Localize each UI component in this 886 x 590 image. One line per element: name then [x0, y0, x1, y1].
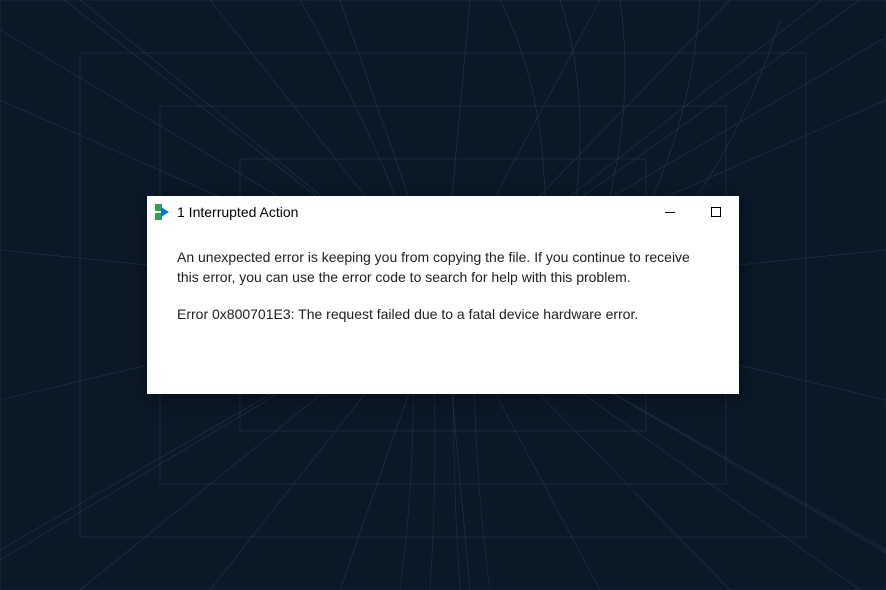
- minimize-icon: [665, 212, 675, 213]
- file-transfer-icon: [155, 204, 171, 220]
- dialog-title: 1 Interrupted Action: [177, 204, 298, 220]
- error-dialog: 1 Interrupted Action An unexpected error…: [147, 196, 739, 394]
- maximize-button[interactable]: [693, 196, 739, 228]
- window-controls: [647, 196, 739, 228]
- minimize-button[interactable]: [647, 196, 693, 228]
- titlebar[interactable]: 1 Interrupted Action: [147, 196, 739, 228]
- maximize-icon: [711, 207, 721, 217]
- error-message: An unexpected error is keeping you from …: [177, 248, 709, 287]
- error-code-line: Error 0x800701E3: The request failed due…: [177, 305, 709, 325]
- dialog-body: An unexpected error is keeping you from …: [147, 228, 739, 345]
